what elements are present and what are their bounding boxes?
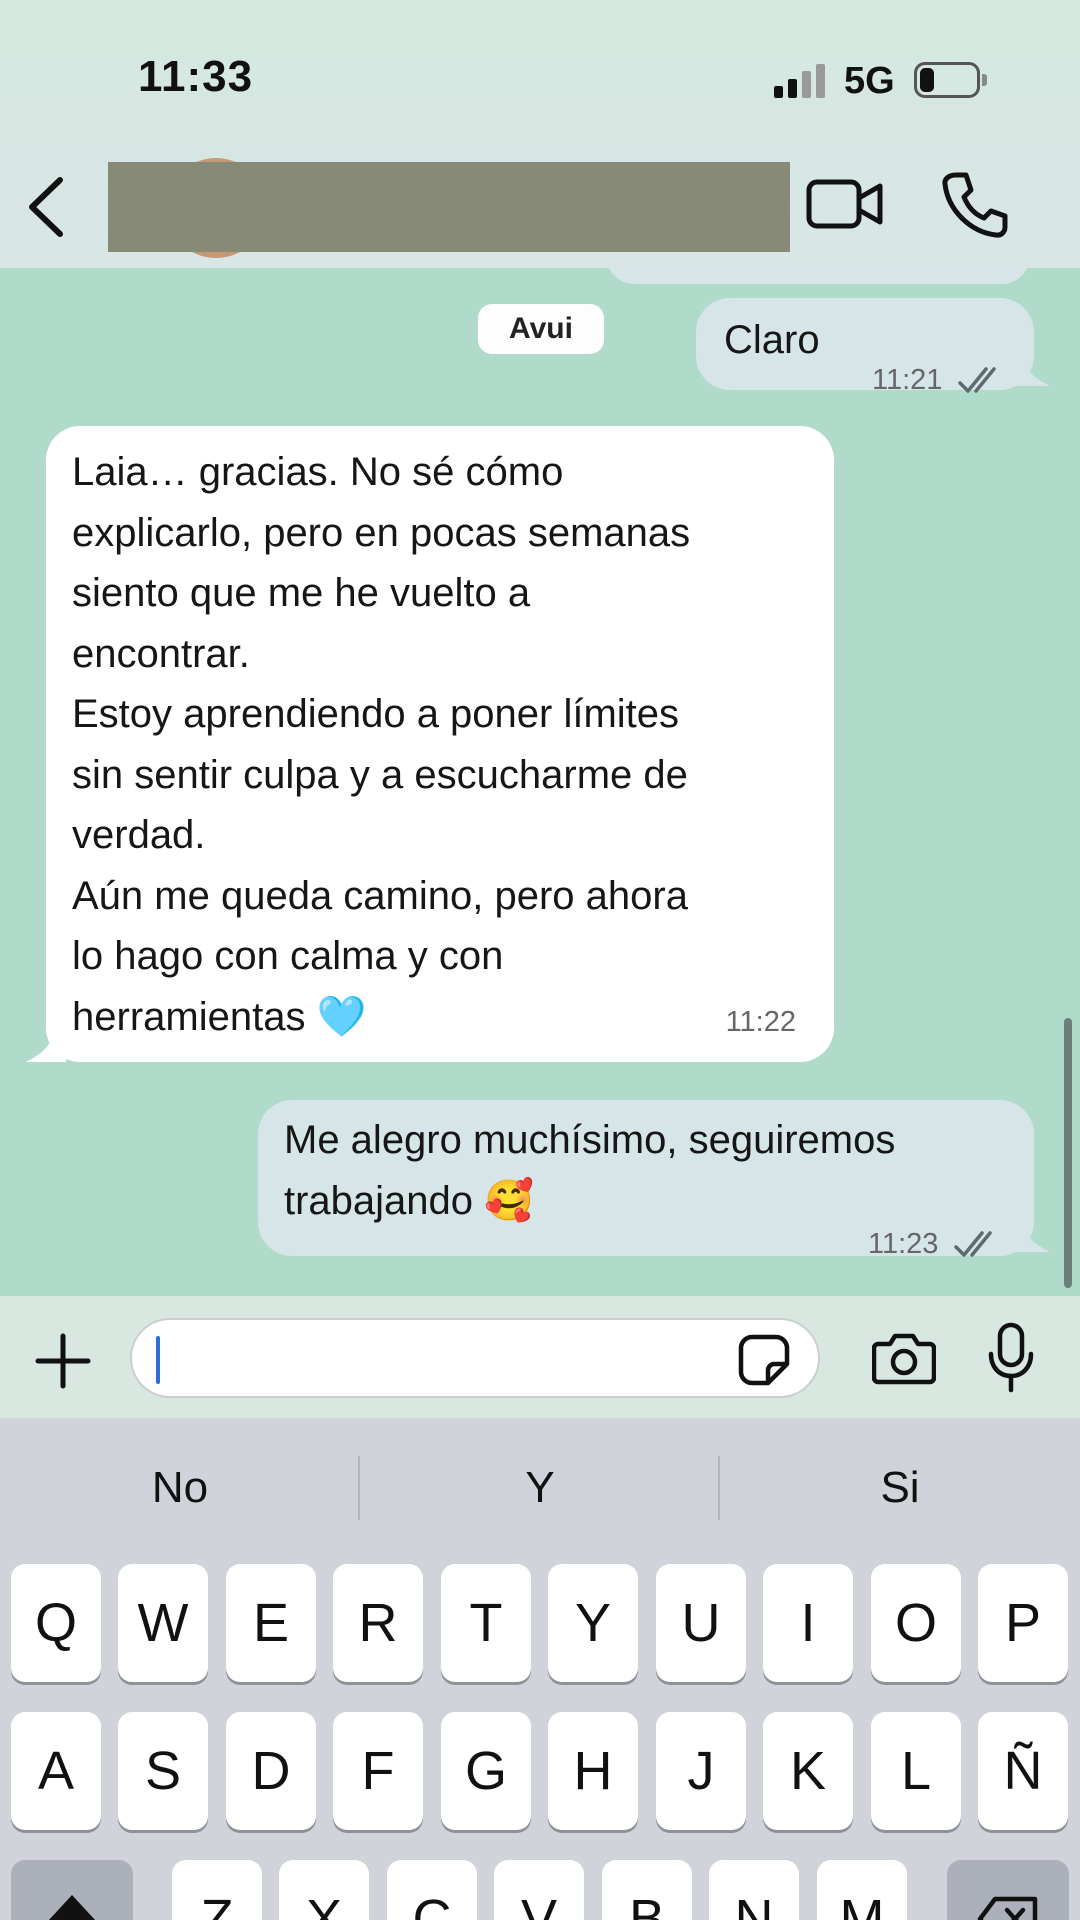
message-text: Claro xyxy=(724,318,820,362)
text-cursor xyxy=(156,1336,160,1384)
scrollbar[interactable] xyxy=(1064,1018,1072,1288)
outgoing-message[interactable]: Claro 11:21 xyxy=(696,298,1034,396)
chevron-left-icon xyxy=(29,177,63,237)
shift-icon xyxy=(48,1895,96,1920)
attach-button[interactable] xyxy=(34,1332,92,1390)
outgoing-message[interactable]: Me alegro muchísimo, seguiremos trabajan… xyxy=(258,1100,1034,1260)
key[interactable]: K xyxy=(763,1712,853,1830)
shift-key[interactable] xyxy=(11,1860,133,1920)
video-camera-icon xyxy=(806,179,883,229)
message-time: 11:23 xyxy=(868,1228,939,1260)
battery-icon xyxy=(914,62,988,98)
key[interactable]: P xyxy=(978,1564,1068,1682)
key[interactable]: U xyxy=(656,1564,746,1682)
message-meta: 11:23 xyxy=(868,1214,998,1275)
status-time: 11:33 xyxy=(138,52,254,101)
key[interactable]: B xyxy=(602,1860,692,1920)
key[interactable]: M xyxy=(817,1860,907,1920)
voice-call-button[interactable] xyxy=(940,170,1010,240)
date-separator: Avui xyxy=(478,304,604,354)
key[interactable]: W xyxy=(118,1564,208,1682)
suggestion-bar: No Y Si xyxy=(0,1418,1080,1558)
double-check-icon xyxy=(958,367,997,393)
divider xyxy=(718,1456,720,1520)
suggestion-item[interactable]: Si xyxy=(722,1448,1078,1528)
incoming-message[interactable]: Laia… gracias. No sé cómo explicarlo, pe… xyxy=(46,426,834,1062)
contact-name[interactable] xyxy=(108,162,790,252)
message-meta: 11:22 xyxy=(726,992,796,1053)
key[interactable]: N xyxy=(709,1860,799,1920)
message-text: Me alegro muchísimo, seguiremos trabajan… xyxy=(284,1118,896,1223)
divider xyxy=(358,1456,360,1520)
message-composer xyxy=(0,1296,1080,1418)
key[interactable]: T xyxy=(441,1564,531,1682)
cellular-signal-icon xyxy=(774,62,826,98)
key[interactable]: Y xyxy=(548,1564,638,1682)
key[interactable]: O xyxy=(871,1564,961,1682)
double-check-icon xyxy=(954,1231,993,1257)
microphone-icon xyxy=(988,1322,1034,1393)
key[interactable]: I xyxy=(763,1564,853,1682)
message-list[interactable]: Avui Claro 11:21 Laia… gracias. No sé có… xyxy=(0,268,1080,1296)
onscreen-keyboard: No Y Si Q W E R T Y U I O P A S D F G H … xyxy=(0,1418,1080,1920)
key[interactable]: V xyxy=(494,1860,584,1920)
key[interactable]: X xyxy=(279,1860,369,1920)
key[interactable]: R xyxy=(333,1564,423,1682)
message-input[interactable] xyxy=(130,1318,820,1398)
suggestion-item[interactable]: No xyxy=(2,1448,358,1528)
key[interactable]: H xyxy=(548,1712,638,1830)
key[interactable]: Ñ xyxy=(978,1712,1068,1830)
camera-icon xyxy=(871,1333,937,1385)
back-button[interactable] xyxy=(18,172,78,242)
voice-message-button[interactable] xyxy=(986,1322,1036,1394)
key[interactable]: J xyxy=(656,1712,746,1830)
message-time: 11:21 xyxy=(872,364,943,396)
key[interactable]: Q xyxy=(11,1564,101,1682)
chat-header: 11:33 5G xyxy=(0,0,1080,268)
suggestion-item[interactable]: Y xyxy=(362,1448,718,1528)
previous-message-bubble[interactable] xyxy=(606,268,1030,284)
sticker-button[interactable] xyxy=(738,1334,790,1386)
key[interactable]: G xyxy=(441,1712,531,1830)
backspace-key[interactable] xyxy=(947,1860,1069,1920)
key[interactable]: Z xyxy=(172,1860,262,1920)
key[interactable]: C xyxy=(387,1860,477,1920)
camera-button[interactable] xyxy=(871,1330,937,1386)
plus-icon xyxy=(35,1333,91,1389)
key[interactable]: D xyxy=(226,1712,316,1830)
key[interactable]: F xyxy=(333,1712,423,1830)
phone-icon xyxy=(942,172,1008,238)
sticker-icon xyxy=(738,1334,790,1386)
network-type: 5G xyxy=(844,60,895,102)
message-meta: 11:21 xyxy=(872,350,1002,411)
backspace-icon xyxy=(977,1896,1038,1920)
key[interactable]: A xyxy=(11,1712,101,1830)
key[interactable]: E xyxy=(226,1564,316,1682)
message-time: 11:22 xyxy=(725,1005,796,1038)
key[interactable]: S xyxy=(118,1712,208,1830)
video-call-button[interactable] xyxy=(806,174,884,234)
message-text: Laia… gracias. No sé cómo explicarlo, pe… xyxy=(72,450,691,1039)
key[interactable]: L xyxy=(871,1712,961,1830)
